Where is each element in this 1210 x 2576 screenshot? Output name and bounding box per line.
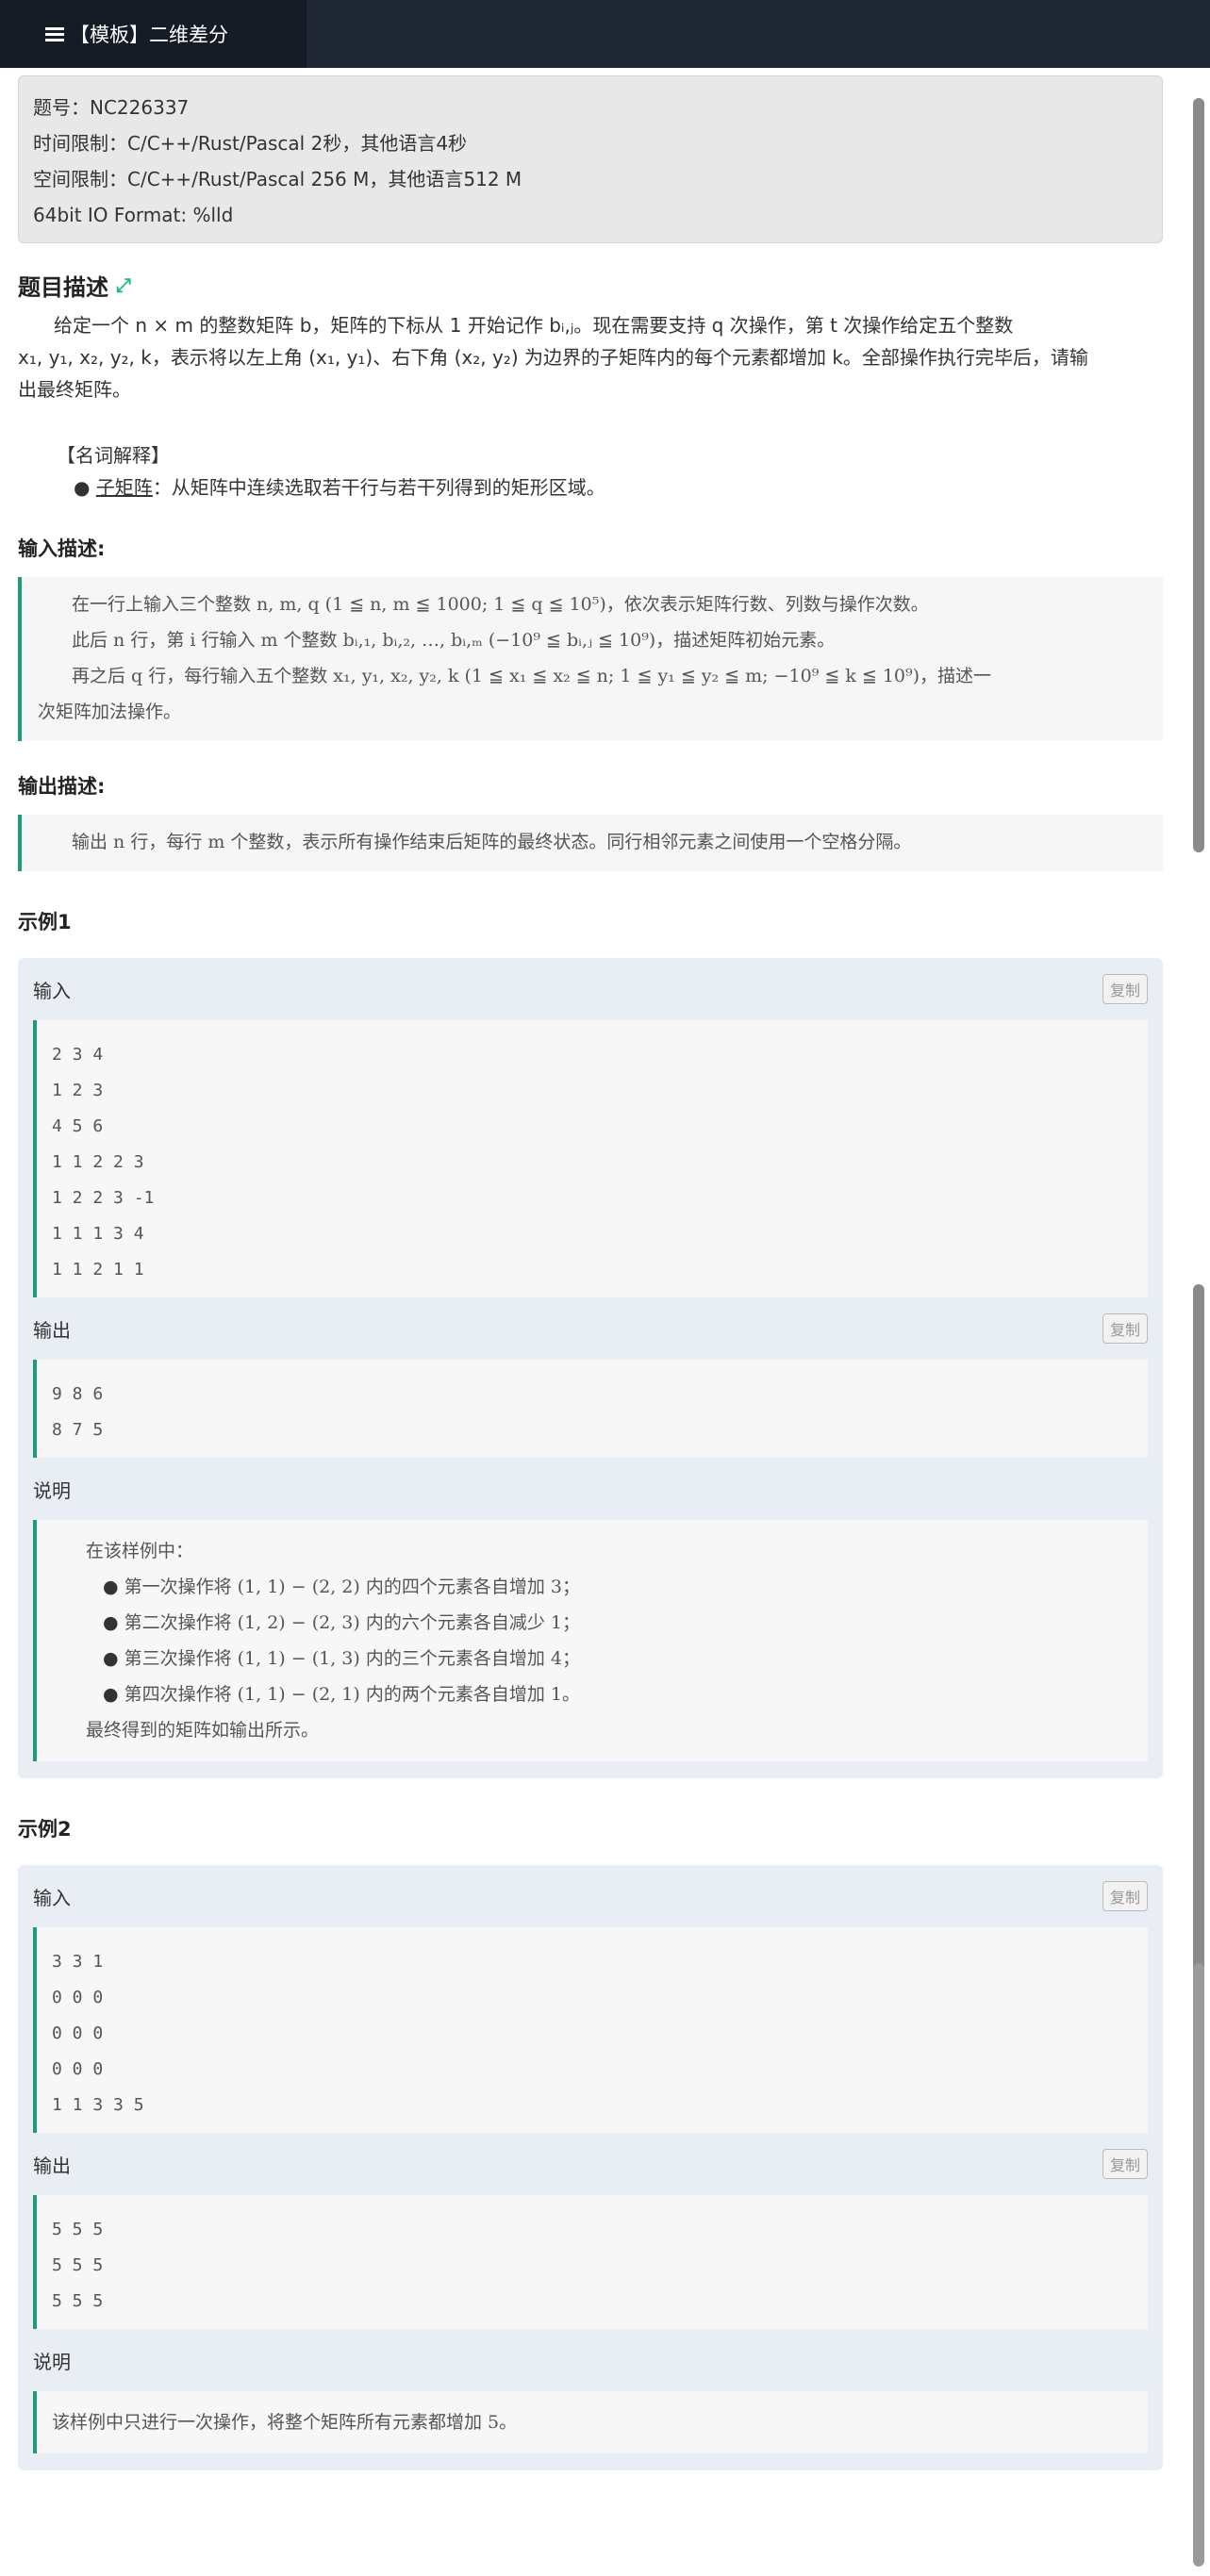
copy-button[interactable]: 复制 (1102, 1313, 1148, 1344)
code-line: 5 5 5 (52, 2220, 104, 2239)
scrollbar-thumb[interactable] (1193, 1963, 1204, 2567)
list-icon (45, 25, 64, 44)
example-1-output-header: 输出 复制 (33, 1297, 1148, 1360)
example-2-input-code[interactable]: 3 3 1 0 0 0 0 0 0 0 0 0 1 1 3 3 5 (33, 1927, 1148, 2133)
output-heading: 输出描述: (18, 775, 106, 798)
note-end: 最终得到的矩阵如输出所示。 (86, 1720, 320, 1741)
code-line: 1 2 3 (52, 1081, 104, 1100)
copy-button[interactable]: 复制 (1102, 2149, 1148, 2179)
example-2-output-header: 输出 复制 (33, 2133, 1148, 2195)
note-text: 该样例中只进行一次操作，将整个矩阵所有元素都增加 5。 (52, 2412, 518, 2433)
problem-id: 题号：NC226337 (33, 96, 190, 119)
tab-problem[interactable]: 【模板】二维差分 (0, 0, 307, 68)
io-format: 64bit IO Format: %lld (33, 204, 234, 226)
example-2-note-header: 说明 (33, 2329, 1148, 2391)
terms-title: 【名词解释】 (57, 444, 170, 467)
code-line: 1 1 2 1 1 (52, 1260, 144, 1280)
code-line: 2 3 4 (52, 1045, 104, 1065)
input-line-4: 次矩阵加法操作。 (38, 702, 182, 722)
note-item: 第四次操作将 (1, 1) − (2, 1) 内的两个元素各自增加 1。 (103, 1676, 1148, 1712)
example-1-input-header: 输入 复制 (33, 958, 1148, 1020)
code-line: 8 7 5 (52, 1420, 104, 1440)
code-line: 4 5 6 (52, 1116, 104, 1136)
input-line-3: 再之后 q 行，每行输入五个整数 x₁, y₁, x₂, y₂, k (1 ≦ … (72, 666, 992, 686)
example-1-input-code[interactable]: 2 3 4 1 2 3 4 5 6 1 1 2 2 3 1 2 2 3 -1 1… (33, 1020, 1148, 1297)
description-line-1: 给定一个 n × m 的整数矩阵 b，矩阵的下标从 1 开始记作 bᵢ,ⱼ。现在… (54, 314, 1014, 337)
copy-button[interactable]: 复制 (1102, 974, 1148, 1004)
description-heading: 题目描述 ⤢ (18, 270, 1177, 301)
input-description: 在一行上输入三个整数 n, m, q (1 ≦ n, m ≦ 1000; 1 ≦… (18, 577, 1163, 741)
example-2: 输入 复制 3 3 1 0 0 0 0 0 0 0 0 0 1 1 3 3 5 … (18, 1865, 1163, 2470)
example-1-note: 在该样例中： 第一次操作将 (1, 1) − (2, 2) 内的四个元素各自增加… (33, 1520, 1148, 1761)
code-line: 1 1 1 3 4 (52, 1224, 144, 1244)
code-line: 0 0 0 (52, 1988, 104, 2007)
example-2-note-label: 说明 (33, 2350, 71, 2373)
example-1-output-label: 输出 (33, 1318, 71, 1342)
code-line: 3 3 1 (52, 1952, 104, 1972)
term-explanation: 【名词解释】 ● 子矩阵：从矩阵中连续选取若干行与若干列得到的矩形区域。 (57, 439, 1177, 504)
example-1: 输入 复制 2 3 4 1 2 3 4 5 6 1 1 2 2 3 1 2 2 … (18, 958, 1163, 1778)
code-line: 1 2 2 3 -1 (52, 1188, 155, 1208)
example-2-input-header: 输入 复制 (33, 1865, 1148, 1927)
example-2-title: 示例2 (18, 1818, 72, 1841)
example-2-output-code[interactable]: 5 5 5 5 5 5 5 5 5 (33, 2195, 1148, 2329)
input-heading: 输入描述: (18, 537, 106, 560)
example-2-note: 该样例中只进行一次操作，将整个矩阵所有元素都增加 5。 (33, 2391, 1148, 2453)
problem-content: 题号：NC226337 时间限制：C/C++/Rust/Pascal 2秒，其他… (0, 68, 1177, 2470)
example-1-note-label: 说明 (33, 1478, 71, 1502)
example-1-note-header: 说明 (33, 1458, 1148, 1520)
code-line: 5 5 5 (52, 2255, 104, 2275)
code-line: 1 1 2 2 3 (52, 1152, 144, 1172)
note-intro: 在该样例中： (86, 1541, 194, 1561)
note-item: 第二次操作将 (1, 2) − (2, 3) 内的六个元素各自减少 1； (103, 1605, 1148, 1641)
input-line-1: 在一行上输入三个整数 n, m, q (1 ≦ n, m ≦ 1000; 1 ≦… (72, 594, 929, 615)
time-limit: 时间限制：C/C++/Rust/Pascal 2秒，其他语言4秒 (33, 132, 468, 155)
example-1-input-label: 输入 (33, 979, 71, 1002)
term-definition: ：从矩阵中连续选取若干行与若干列得到的矩形区域。 (152, 476, 605, 499)
note-item: 第三次操作将 (1, 1) − (1, 3) 内的三个元素各自增加 4； (103, 1641, 1148, 1676)
problem-meta: 题号：NC226337 时间限制：C/C++/Rust/Pascal 2秒，其他… (18, 75, 1163, 243)
memory-limit: 空间限制：C/C++/Rust/Pascal 256 M，其他语言512 M (33, 168, 522, 190)
description-heading-text: 题目描述 (18, 273, 108, 301)
output-description: 输出 n 行，每行 m 个整数，表示所有操作结束后矩阵的最终状态。同行相邻元素之… (18, 815, 1163, 871)
scrollbar-thumb[interactable] (1193, 98, 1204, 852)
description-body: 给定一个 n × m 的整数矩阵 b，矩阵的下标从 1 开始记作 bᵢ,ⱼ。现在… (18, 309, 1163, 405)
code-line: 9 8 6 (52, 1384, 104, 1404)
output-line-1: 输出 n 行，每行 m 个整数，表示所有操作结束后矩阵的最终状态。同行相邻元素之… (72, 832, 912, 852)
input-line-2: 此后 n 行，第 i 行输入 m 个整数 bᵢ,₁, bᵢ,₂, …, bᵢ,ₘ… (72, 630, 836, 651)
copy-button[interactable]: 复制 (1102, 1881, 1148, 1911)
example-1-output-code[interactable]: 9 8 6 8 7 5 (33, 1360, 1148, 1458)
code-line: 0 0 0 (52, 2023, 104, 2043)
expand-icon[interactable]: ⤢ (116, 275, 133, 294)
scrollbar[interactable] (1193, 77, 1204, 2567)
code-line: 5 5 5 (52, 2291, 104, 2311)
scrollbar-thumb[interactable] (1193, 1284, 1204, 1991)
term-name: 子矩阵 (95, 476, 153, 499)
example-2-output-label: 输出 (33, 2154, 71, 2177)
example-2-input-label: 输入 (33, 1886, 71, 1909)
description-line-2: x₁, y₁, x₂, y₂, k，表示将以左上角 (x₁, y₁)、右下角 (… (18, 346, 1088, 369)
code-line: 1 1 3 3 5 (52, 2095, 144, 2115)
term-item: ● 子矩阵：从矩阵中连续选取若干行与若干列得到的矩形区域。 (74, 476, 605, 499)
note-item: 第一次操作将 (1, 1) − (2, 2) 内的四个元素各自增加 3； (103, 1569, 1148, 1605)
description-line-3: 出最终矩阵。 (18, 378, 131, 401)
tab-title: 【模板】二维差分 (70, 24, 228, 46)
code-line: 0 0 0 (52, 2059, 104, 2079)
example-1-title: 示例1 (18, 911, 72, 933)
top-bar: 【模板】二维差分 (0, 0, 1210, 68)
